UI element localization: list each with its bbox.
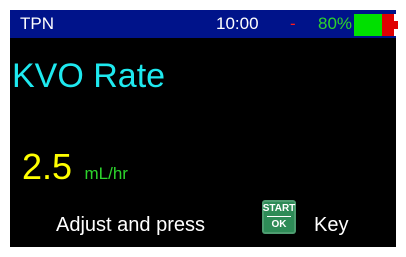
rate-readout: 2.5 mL/hr	[22, 146, 128, 188]
rate-whole: 2	[22, 146, 43, 187]
prompt-text-after: Key	[314, 214, 349, 236]
battery-empty-fill	[382, 14, 394, 36]
rate-decimal: .5	[42, 146, 73, 187]
battery-charge-fill	[354, 14, 382, 36]
key-divider	[267, 216, 291, 217]
instruction-prompt: Adjust and press START OK Key	[56, 200, 386, 242]
screen-title: KVO Rate	[12, 57, 166, 95]
battery-tip	[394, 21, 398, 29]
status-separator: -	[290, 14, 296, 33]
program-name: TPN	[20, 14, 54, 33]
start-ok-key-icon: START OK	[262, 200, 296, 234]
clock: 10:00	[216, 14, 259, 33]
key-label-start: START	[262, 203, 296, 214]
rate-units: mL/hr	[84, 164, 128, 183]
key-label-ok: OK	[271, 219, 287, 230]
prompt-text-before: Adjust and press	[56, 214, 205, 236]
battery-percent: 80%	[318, 14, 353, 33]
status-bar: TPN 10:00 - 80%	[10, 10, 398, 38]
battery-icon	[354, 14, 398, 36]
